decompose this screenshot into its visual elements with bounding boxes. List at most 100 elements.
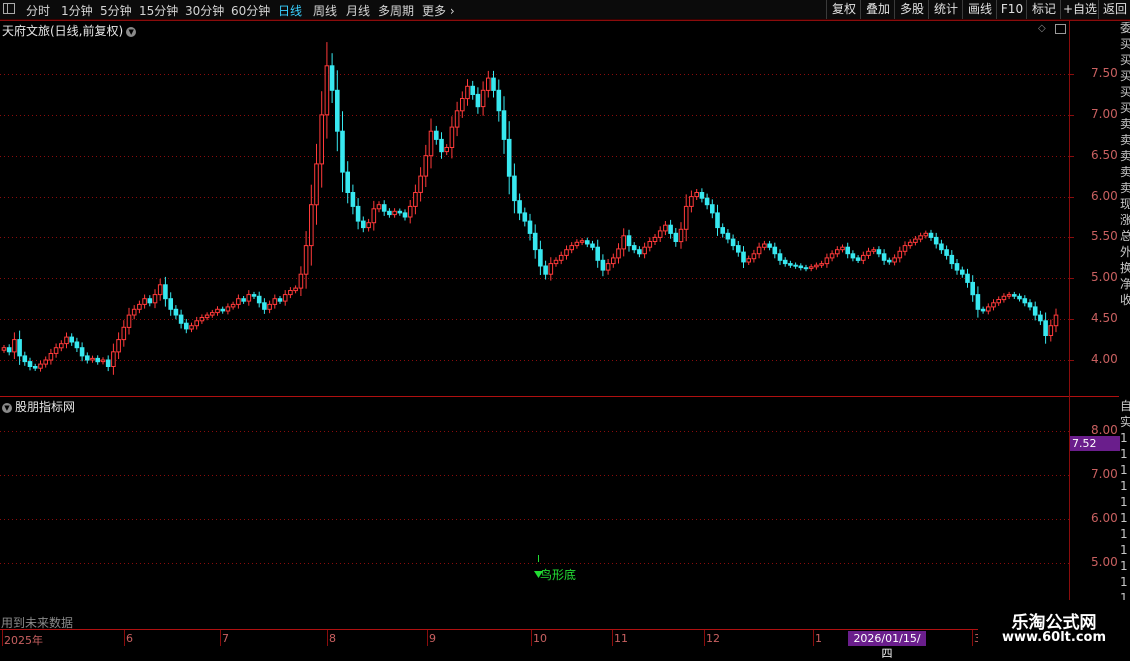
main-ytick-label-3: 6.00 bbox=[1091, 188, 1118, 203]
candle-body-176 bbox=[918, 235, 923, 240]
watermark: 乐淘公式网 www.60lt.com bbox=[978, 600, 1130, 650]
candle-body-126 bbox=[657, 230, 663, 238]
candle-body-157 bbox=[819, 263, 824, 266]
candle-body-44 bbox=[230, 303, 236, 308]
candle-body-147 bbox=[767, 243, 772, 248]
candle-body-194 bbox=[1012, 294, 1017, 297]
candle-body-48 bbox=[251, 294, 257, 297]
candle-body-111 bbox=[579, 240, 585, 243]
candle-body-162 bbox=[845, 246, 851, 255]
candle-body-88 bbox=[460, 98, 465, 112]
candle-body-51 bbox=[267, 303, 272, 310]
candle-body-61 bbox=[319, 114, 324, 165]
quote-field-label-lower-0: 自 bbox=[1120, 399, 1130, 413]
candle-body-10 bbox=[53, 347, 59, 354]
main-ytick-label-2: 6.50 bbox=[1091, 147, 1118, 162]
quote-field-label-2: 买 bbox=[1120, 53, 1130, 67]
quote-field-label-lower-3: 1 bbox=[1120, 447, 1128, 461]
candle-body-15 bbox=[79, 347, 85, 357]
candle-body-180 bbox=[939, 243, 944, 251]
candle-body-122 bbox=[637, 249, 642, 255]
quote-field-label-1: 买 bbox=[1120, 37, 1130, 51]
candle-body-52 bbox=[272, 298, 278, 305]
candle-body-181 bbox=[944, 249, 949, 256]
candle-body-87 bbox=[454, 110, 460, 128]
candle-body-123 bbox=[642, 246, 647, 255]
quote-field-label-15: 换 bbox=[1120, 261, 1130, 275]
candle-body-144 bbox=[751, 253, 757, 260]
quote-field-label-9: 卖 bbox=[1120, 165, 1130, 179]
quote-info-strip: 委买买买买买卖卖卖卖卖现涨总外换净收 bbox=[1120, 20, 1130, 395]
candle-body-134 bbox=[699, 192, 705, 199]
candle-body-28 bbox=[147, 298, 153, 304]
quote-field-label-13: 总 bbox=[1120, 229, 1130, 243]
candle-body-103 bbox=[538, 249, 543, 267]
candle-body-145 bbox=[756, 246, 762, 255]
xtick-label-6: 11 bbox=[614, 632, 628, 645]
quote-field-label-16: 净 bbox=[1120, 277, 1130, 291]
candle-body-94 bbox=[491, 77, 496, 91]
candle-body-27 bbox=[142, 298, 147, 305]
candle-body-197 bbox=[1027, 302, 1033, 308]
candle-body-3 bbox=[17, 339, 22, 357]
candle-body-195 bbox=[1017, 295, 1022, 300]
candle-body-149 bbox=[777, 253, 783, 261]
candle-body-90 bbox=[470, 85, 475, 96]
candle-body-104 bbox=[543, 265, 548, 275]
xtick-label-3: 8 bbox=[329, 632, 336, 645]
candle-body-100 bbox=[522, 212, 528, 222]
candle-body-185 bbox=[965, 273, 970, 283]
candle-body-159 bbox=[829, 253, 835, 259]
candle-body-58 bbox=[303, 245, 309, 275]
candle-body-1 bbox=[6, 347, 12, 353]
candle-body-200 bbox=[1043, 320, 1048, 336]
quote-field-label-17: 收 bbox=[1120, 293, 1130, 307]
candle-body-23 bbox=[121, 326, 127, 341]
candle-body-18 bbox=[95, 357, 101, 363]
candle-body-29 bbox=[152, 294, 158, 304]
main-ytick-label-5: 5.00 bbox=[1091, 270, 1118, 285]
candle-body-121 bbox=[631, 245, 637, 251]
candle-body-106 bbox=[553, 259, 559, 265]
quote-field-label-6: 卖 bbox=[1120, 117, 1130, 131]
candle-body-187 bbox=[975, 294, 981, 310]
candle-body-102 bbox=[532, 232, 538, 251]
main-ytick-label-6: 4.50 bbox=[1091, 311, 1118, 326]
candle-body-57 bbox=[298, 273, 304, 289]
quote-field-label-lower-11: 1 bbox=[1120, 575, 1128, 589]
candle-body-108 bbox=[564, 249, 569, 256]
candle-body-60 bbox=[314, 163, 319, 206]
candle-body-116 bbox=[605, 263, 611, 271]
candle-body-119 bbox=[621, 235, 627, 250]
candle-body-50 bbox=[262, 302, 267, 310]
candle-body-105 bbox=[548, 263, 554, 275]
candle-body-13 bbox=[69, 336, 75, 343]
quote-field-label-8: 卖 bbox=[1120, 149, 1130, 163]
candle-body-156 bbox=[814, 264, 819, 268]
candle-body-67 bbox=[350, 192, 356, 207]
candle-body-140 bbox=[730, 238, 736, 247]
candle-body-148 bbox=[772, 246, 778, 255]
indicator-value-box: 7.52 bbox=[1070, 436, 1120, 451]
candle-body-7 bbox=[38, 363, 43, 369]
xtick-label-5: 10 bbox=[533, 632, 547, 645]
candle-body-31 bbox=[163, 284, 168, 300]
candle-body-142 bbox=[741, 251, 746, 263]
cursor-date-box: 2026/01/15/四 bbox=[848, 631, 926, 660]
quote-field-label-0: 委 bbox=[1120, 21, 1130, 35]
candle-body-72 bbox=[376, 204, 382, 210]
ind-ytick-label-3: 5.00 bbox=[1091, 555, 1118, 569]
quote-field-label-lower-1: 实 bbox=[1120, 415, 1130, 429]
main-ytick-label-1: 7.00 bbox=[1091, 106, 1118, 121]
candle-body-171 bbox=[892, 257, 897, 263]
candle-body-136 bbox=[710, 204, 715, 214]
candle-body-168 bbox=[876, 249, 882, 255]
candle-body-8 bbox=[43, 359, 49, 365]
candle-body-59 bbox=[309, 204, 314, 247]
chevron-down-icon[interactable]: ▼ bbox=[2, 403, 12, 413]
candle-body-113 bbox=[590, 243, 595, 248]
candle-body-131 bbox=[683, 205, 689, 230]
quote-field-label-7: 卖 bbox=[1120, 133, 1130, 147]
candle-body-183 bbox=[954, 263, 960, 271]
quote-field-label-lower-4: 1 bbox=[1120, 463, 1128, 477]
